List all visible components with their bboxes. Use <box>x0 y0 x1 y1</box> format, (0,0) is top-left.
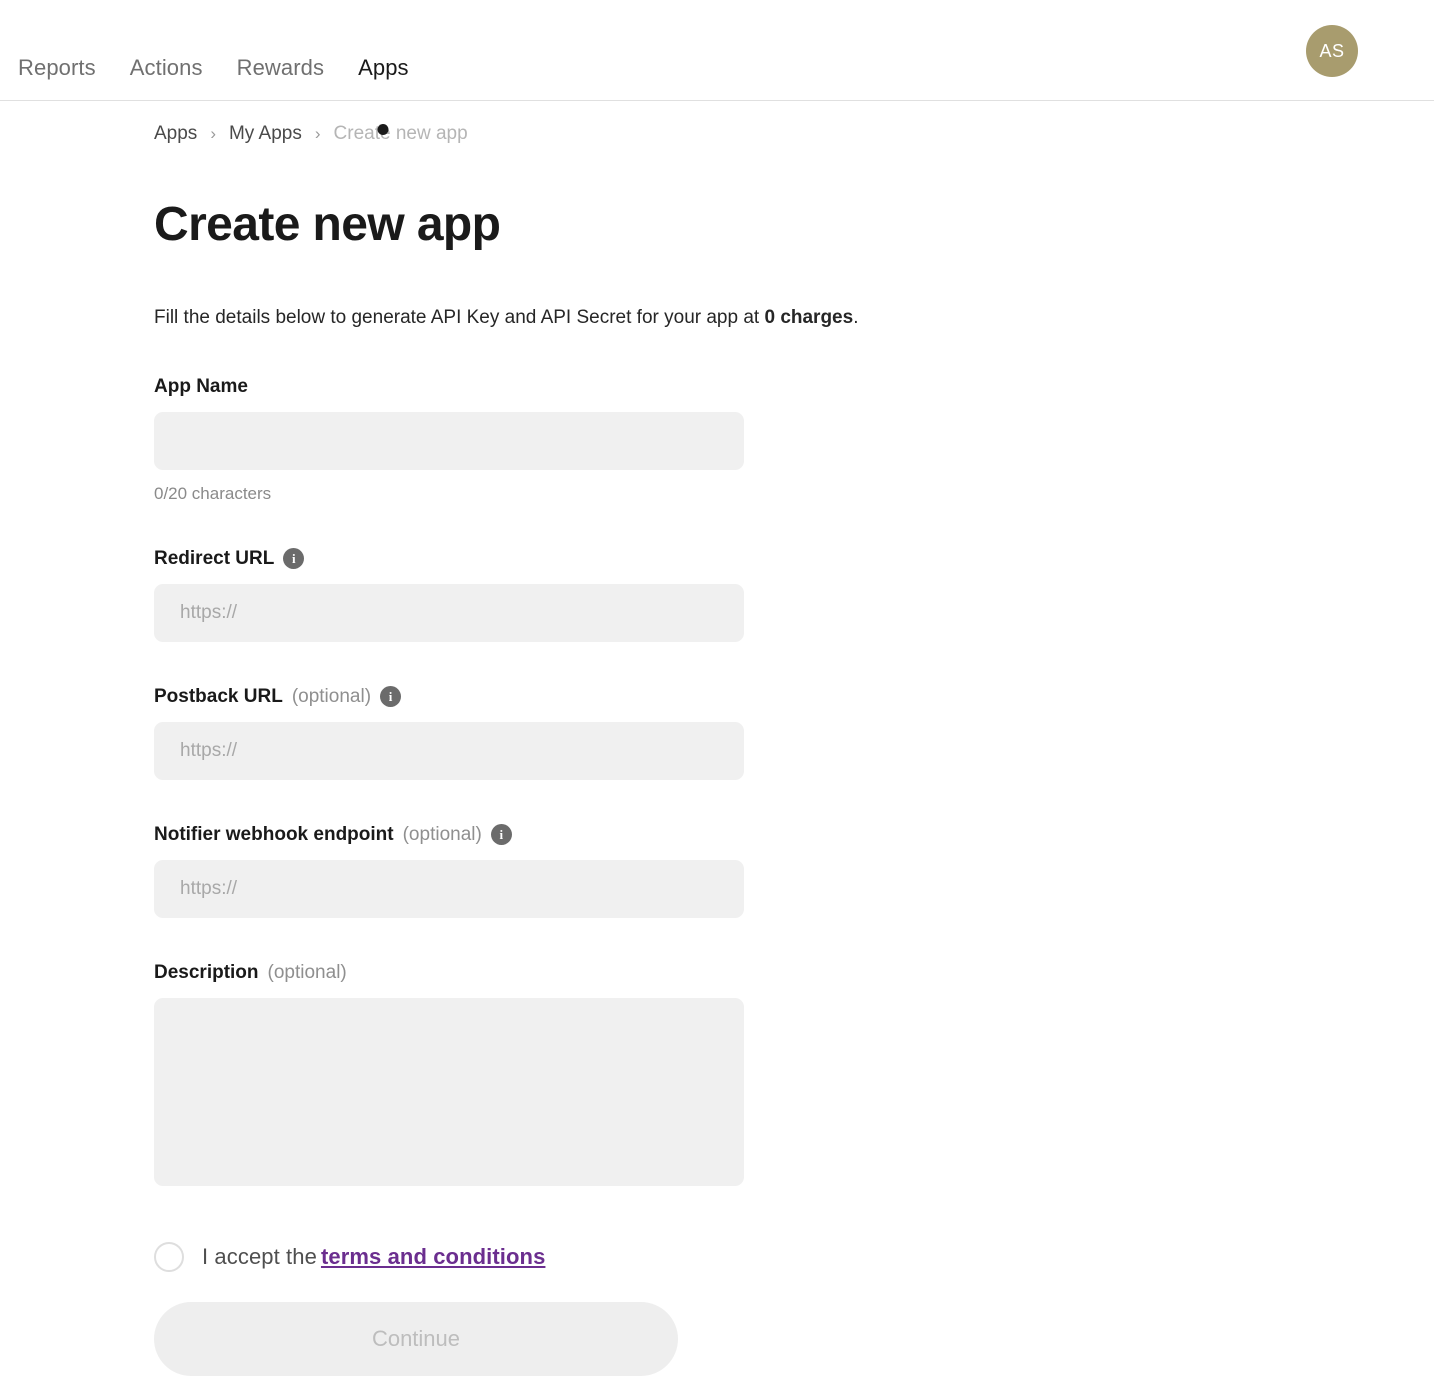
nav-tab-reports[interactable]: Reports <box>18 57 96 79</box>
nav-tab-actions-label: Actions <box>129 55 203 80</box>
nav-tab-list: Reports Actions Rewards Apps <box>18 0 409 135</box>
avatar[interactable]: AS <box>1306 25 1358 77</box>
terms-acceptance-row: I accept the terms and conditions <box>154 1241 1434 1272</box>
breadcrumb-item-create-new-app: Create new app <box>333 123 468 144</box>
info-icon[interactable]: i <box>283 548 305 570</box>
description-textarea[interactable] <box>154 997 744 1186</box>
info-icon[interactable]: i <box>490 824 512 846</box>
app-name-input[interactable] <box>154 411 744 470</box>
nav-tab-rewards[interactable]: Rewards <box>237 57 325 79</box>
app-name-label-text: App Name <box>154 375 248 397</box>
page-title: Create new app <box>154 198 501 251</box>
nav-tab-rewards-label: Rewards <box>236 55 325 80</box>
terms-accept-label: I accept the <box>202 1243 317 1269</box>
page-description: Fill the details below to generate API K… <box>154 305 1434 332</box>
breadcrumb-item-my-apps[interactable]: My Apps <box>229 123 302 145</box>
avatar-initials: AS <box>1319 40 1345 61</box>
notifier-webhook-label-text: Notifier webhook endpoint <box>154 823 394 845</box>
nav-tab-actions[interactable]: Actions <box>130 57 203 79</box>
nav-tab-apps-label: Apps <box>358 55 409 80</box>
active-tab-indicator-dot-icon <box>377 124 389 135</box>
breadcrumb-separator-icon: › <box>210 124 216 143</box>
description-optional-text: (optional) <box>267 961 347 983</box>
nav-tab-apps[interactable]: Apps <box>358 55 409 135</box>
accept-terms-checkbox[interactable] <box>154 1241 184 1272</box>
field-postback-url: Postback URL (optional) i <box>154 686 1434 780</box>
app-name-label: App Name <box>154 376 1434 398</box>
terms-and-conditions-link[interactable]: terms and conditions <box>321 1244 545 1269</box>
field-description: Description (optional) <box>154 962 1434 1186</box>
page-description-prefix: Fill the details below to generate API K… <box>154 307 765 328</box>
notifier-webhook-optional-text: (optional) <box>402 823 482 845</box>
notifier-webhook-label: Notifier webhook endpoint (optional) i <box>154 824 1434 846</box>
continue-button[interactable]: Continue <box>154 1301 678 1376</box>
breadcrumb-separator-icon: › <box>314 124 321 143</box>
app-name-char-count: 0/20 characters <box>154 483 272 503</box>
redirect-url-input[interactable] <box>154 583 744 642</box>
top-navigation-bar: Reports Actions Rewards Apps AS <box>0 0 1434 135</box>
notifier-webhook-input[interactable] <box>154 859 744 918</box>
field-redirect-url: Redirect URL i <box>154 548 1434 642</box>
nav-tab-reports-label: Reports <box>18 55 96 80</box>
page-description-charges: 0 charges <box>764 307 854 328</box>
breadcrumb: Apps › My Apps › Create new app <box>154 123 1434 145</box>
postback-url-label-text: Postback URL <box>154 685 283 707</box>
info-icon[interactable]: i <box>380 686 402 708</box>
field-app-name: App Name 0/20 characters <box>154 376 1434 504</box>
redirect-url-label-text: Redirect URL <box>154 547 275 569</box>
page-description-suffix: . <box>853 307 859 328</box>
postback-url-input[interactable] <box>154 721 744 780</box>
postback-url-label: Postback URL (optional) i <box>154 686 1434 708</box>
field-notifier-webhook-endpoint: Notifier webhook endpoint (optional) i <box>154 824 1434 918</box>
postback-url-optional-text: (optional) <box>291 685 372 707</box>
description-label: Description (optional) <box>154 962 1434 984</box>
terms-text: I accept the terms and conditions <box>202 1244 545 1270</box>
redirect-url-label: Redirect URL i <box>154 548 1434 570</box>
description-label-text: Description <box>154 961 259 983</box>
breadcrumb-item-apps[interactable]: Apps <box>154 123 197 145</box>
main-content: Apps › My Apps › Create new app Create n… <box>0 123 1434 1376</box>
